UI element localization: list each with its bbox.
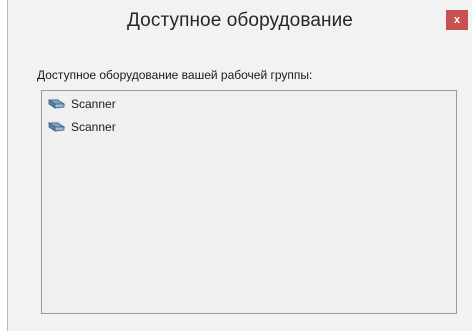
scanner-icon (47, 97, 66, 111)
scanner-icon (47, 120, 66, 134)
workgroup-devices-label: Доступное оборудование вашей рабочей гру… (37, 68, 313, 82)
close-button[interactable]: x (446, 10, 468, 30)
device-list[interactable]: Scanner Scanner (41, 90, 457, 314)
title-bar[interactable]: Доступное оборудование x (8, 0, 472, 39)
dialog-title: Доступное оборудование (127, 10, 353, 31)
list-item-scanner-2[interactable]: Scanner (47, 118, 116, 136)
device-name: Scanner (71, 120, 116, 134)
list-item-scanner-1[interactable]: Scanner (47, 95, 116, 113)
dialog-window: Доступное оборудование x Доступное обору… (7, 0, 472, 331)
device-name: Scanner (71, 97, 116, 111)
